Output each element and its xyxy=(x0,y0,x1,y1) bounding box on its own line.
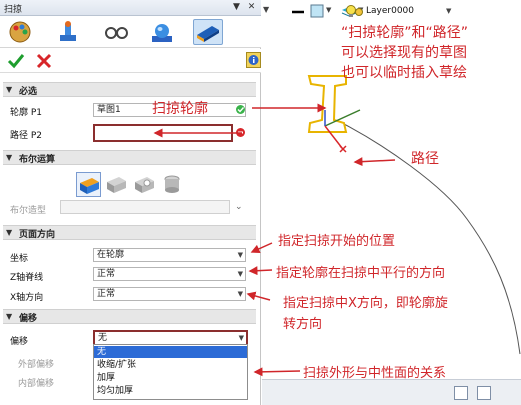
stamp-icon xyxy=(60,21,76,41)
dropdown-arrow-icon: ▼ xyxy=(237,290,243,298)
dropdown-arrow-icon[interactable]: ▼ xyxy=(446,7,451,15)
offset-dropdown-list: 无 收缩/扩张 加厚 均匀加厚 xyxy=(93,344,248,400)
section-direction[interactable]: ▼ 页面方向 xyxy=(3,225,256,240)
fill-color-icon[interactable] xyxy=(310,4,324,18)
z-spine-combo[interactable]: 正常 ▼ xyxy=(93,267,246,281)
dropdown-arrow-icon: ▼ xyxy=(237,251,243,259)
note-top-line3: 也可以临时插入草绘 xyxy=(341,65,467,81)
render-tool[interactable] xyxy=(148,19,178,45)
z-spine-value: 正常 xyxy=(97,269,116,279)
sweep-profile-sketch[interactable] xyxy=(307,75,348,133)
x-axis-line xyxy=(324,125,343,149)
z-spine-label: Z轴脊线 xyxy=(10,273,44,283)
inner-offset-label: 内部偏移 xyxy=(18,379,55,389)
dropdown-arrow-icon: ▼ xyxy=(238,334,244,342)
path-select-icon[interactable] xyxy=(235,127,246,138)
palette-icon xyxy=(9,21,31,43)
sweep-tool[interactable] xyxy=(193,19,223,45)
action-bar xyxy=(0,49,261,73)
ok-button[interactable] xyxy=(7,53,25,69)
section-boolean-label: 布尔运算 xyxy=(19,155,56,165)
note-profile: 扫掠轮廓 xyxy=(152,101,208,117)
offset-value: 无 xyxy=(98,333,108,343)
offset-option[interactable]: 加厚 xyxy=(94,372,247,384)
coord-label: 坐标 xyxy=(10,254,29,264)
intersect-icon xyxy=(164,175,180,193)
path-label: 路径 P2 xyxy=(10,131,43,141)
union-icon xyxy=(107,177,126,193)
dropdown-arrow-icon: ▼ xyxy=(237,270,243,278)
section-direction-label: 页面方向 xyxy=(19,230,56,240)
info-icon xyxy=(246,52,261,68)
glasses-tool[interactable] xyxy=(102,19,132,45)
offset-option[interactable]: 均匀加厚 xyxy=(94,385,247,397)
sweep-icon xyxy=(197,26,219,42)
feature-toolbar xyxy=(0,16,261,48)
x-icon xyxy=(36,53,52,69)
block-icon xyxy=(80,178,99,194)
sweep-property-panel: 扫掠 ▼ ✕ ▼ 必选 轮廓 P1 草图1 路径 P2 ▼ 布尔运算 布尔造型 … xyxy=(0,0,261,405)
glasses-icon xyxy=(105,27,128,39)
offset-label: 偏移 xyxy=(10,337,29,347)
pin-button[interactable]: ▼ xyxy=(231,2,242,13)
y-axis-line xyxy=(324,109,361,127)
dropdown-arrow-icon[interactable]: ▼ xyxy=(326,6,331,14)
section-offset-label: 偏移 xyxy=(19,314,38,324)
outer-offset-label: 外部偏移 xyxy=(18,360,55,370)
window-mode-icon[interactable] xyxy=(477,386,491,400)
color-palette-tool[interactable] xyxy=(6,19,36,45)
note-xdir-line1: 指定扫掠中X方向，即轮廓旋 xyxy=(283,296,448,311)
view-mode-icon[interactable] xyxy=(454,386,468,400)
note-top-line2: 可以选择现有的草图 xyxy=(341,45,467,61)
panel-title-bar: 扫掠 ▼ ✕ xyxy=(0,0,261,16)
note-parallel: 指定轮廓在扫掠中平行的方向 xyxy=(276,266,446,281)
profile-label: 轮廓 P1 xyxy=(10,108,43,118)
close-button[interactable]: ✕ xyxy=(246,2,257,13)
boolean-subtract-button[interactable] xyxy=(132,172,157,197)
note-xdir-line2: 转方向 xyxy=(283,317,323,332)
x-direction-combo[interactable]: 正常 ▼ xyxy=(93,287,246,301)
boolean-intersect-button[interactable] xyxy=(160,172,185,197)
cancel-button[interactable] xyxy=(35,53,53,69)
section-boolean[interactable]: ▼ 布尔运算 xyxy=(3,150,256,165)
collapse-arrow-icon: ▼ xyxy=(6,312,13,321)
subtract-icon xyxy=(135,177,154,193)
section-required-label: 必选 xyxy=(19,87,38,97)
collapse-arrow-icon: ▼ xyxy=(6,153,13,162)
boolean-shape-label: 布尔造型 xyxy=(10,206,47,216)
section-required[interactable]: ▼ 必选 xyxy=(3,82,256,97)
collapse-arrow-icon: ▼ xyxy=(6,228,13,237)
coord-combo[interactable]: 在轮廓 ▼ xyxy=(93,248,246,262)
panel-title: 扫掠 xyxy=(4,5,23,15)
section-offset[interactable]: ▼ 偏移 xyxy=(3,309,256,324)
boolean-buttons xyxy=(76,172,186,197)
sphere-icon xyxy=(152,24,172,42)
line-color-icon[interactable] xyxy=(292,6,304,18)
check-icon xyxy=(7,54,25,69)
layer-name[interactable]: Layer0000 xyxy=(366,4,446,18)
lightbulb-icon[interactable] xyxy=(345,4,363,20)
note-offset: 扫掠外形与中性面的关系 xyxy=(303,366,447,381)
expand-chevron-icon[interactable]: ⌄ xyxy=(235,202,243,212)
boolean-shape-field xyxy=(60,200,230,214)
boolean-add-button[interactable] xyxy=(104,172,129,197)
offset-option[interactable]: 无 xyxy=(94,346,247,358)
note-start: 指定扫掠开始的位置 xyxy=(278,234,396,249)
offset-option[interactable]: 收缩/扩张 xyxy=(94,359,247,371)
profile-select-icon[interactable] xyxy=(235,104,246,115)
x-direction-value: 正常 xyxy=(97,289,116,299)
dropdown-arrow-icon[interactable]: ▼ xyxy=(263,5,269,14)
info-button[interactable] xyxy=(246,52,262,69)
collapse-arrow-icon: ▼ xyxy=(6,85,13,94)
note-path: 路径 xyxy=(411,151,439,167)
note-top-line1: “扫掠轮廓”和“路径” xyxy=(341,25,469,41)
stamp-tool[interactable] xyxy=(54,19,84,45)
boolean-base-button[interactable] xyxy=(76,172,101,197)
coord-value: 在轮廓 xyxy=(97,250,125,260)
status-bar xyxy=(262,379,521,405)
x-direction-label: X轴方向 xyxy=(10,293,44,303)
path-field[interactable] xyxy=(93,124,233,142)
origin-x-marker-icon xyxy=(339,145,347,153)
